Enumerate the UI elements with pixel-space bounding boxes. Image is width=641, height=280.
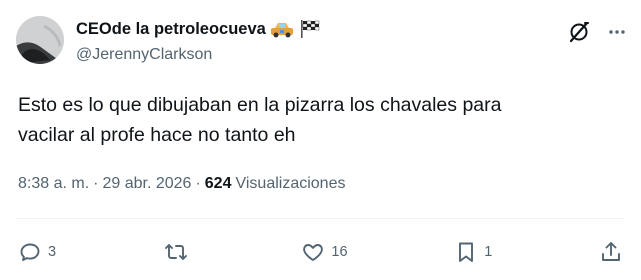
- tweet-meta: 8:38 a. m. · 29 abr. 2026 · 624 Visualiz…: [18, 175, 345, 193]
- grok-icon[interactable]: [567, 20, 591, 44]
- reply-icon: [18, 240, 42, 264]
- author-name-row[interactable]: CEOde la petroleocueva: [76, 19, 320, 39]
- heart-icon: [301, 240, 325, 264]
- views-count: 624: [204, 175, 232, 192]
- tweet-text: Esto es lo que dibujaban en la pizarra l…: [18, 94, 502, 146]
- author-handle[interactable]: @JerennyClarkson: [76, 46, 212, 64]
- top-right-controls: [567, 20, 627, 44]
- author-display-name[interactable]: CEOde la petroleocueva: [76, 20, 266, 39]
- repost-icon: [163, 240, 189, 264]
- reply-count: 3: [48, 244, 57, 260]
- action-bar: 3 16 1: [18, 238, 623, 266]
- bookmark-button[interactable]: 1: [454, 240, 492, 264]
- share-icon: [599, 240, 623, 264]
- car-icon: [270, 20, 294, 38]
- more-options-icon[interactable]: [607, 22, 627, 42]
- meta-separator: ·: [195, 175, 201, 192]
- tweet-time[interactable]: 8:38 a. m.: [18, 175, 89, 193]
- reply-button[interactable]: 3: [18, 240, 56, 264]
- divider: [16, 218, 625, 219]
- views-label: Visualizaciones: [235, 175, 346, 192]
- repost-button[interactable]: [163, 240, 195, 264]
- share-button[interactable]: [599, 240, 623, 264]
- meta-separator: ·: [93, 175, 99, 192]
- bookmark-icon: [454, 240, 478, 264]
- checkered-flag-icon: [298, 19, 320, 39]
- bookmark-count: 1: [484, 244, 493, 260]
- tweet-date[interactable]: 29 abr. 2026: [102, 175, 191, 193]
- like-button[interactable]: 16: [301, 240, 348, 264]
- avatar[interactable]: [16, 16, 64, 64]
- like-count: 16: [331, 244, 348, 260]
